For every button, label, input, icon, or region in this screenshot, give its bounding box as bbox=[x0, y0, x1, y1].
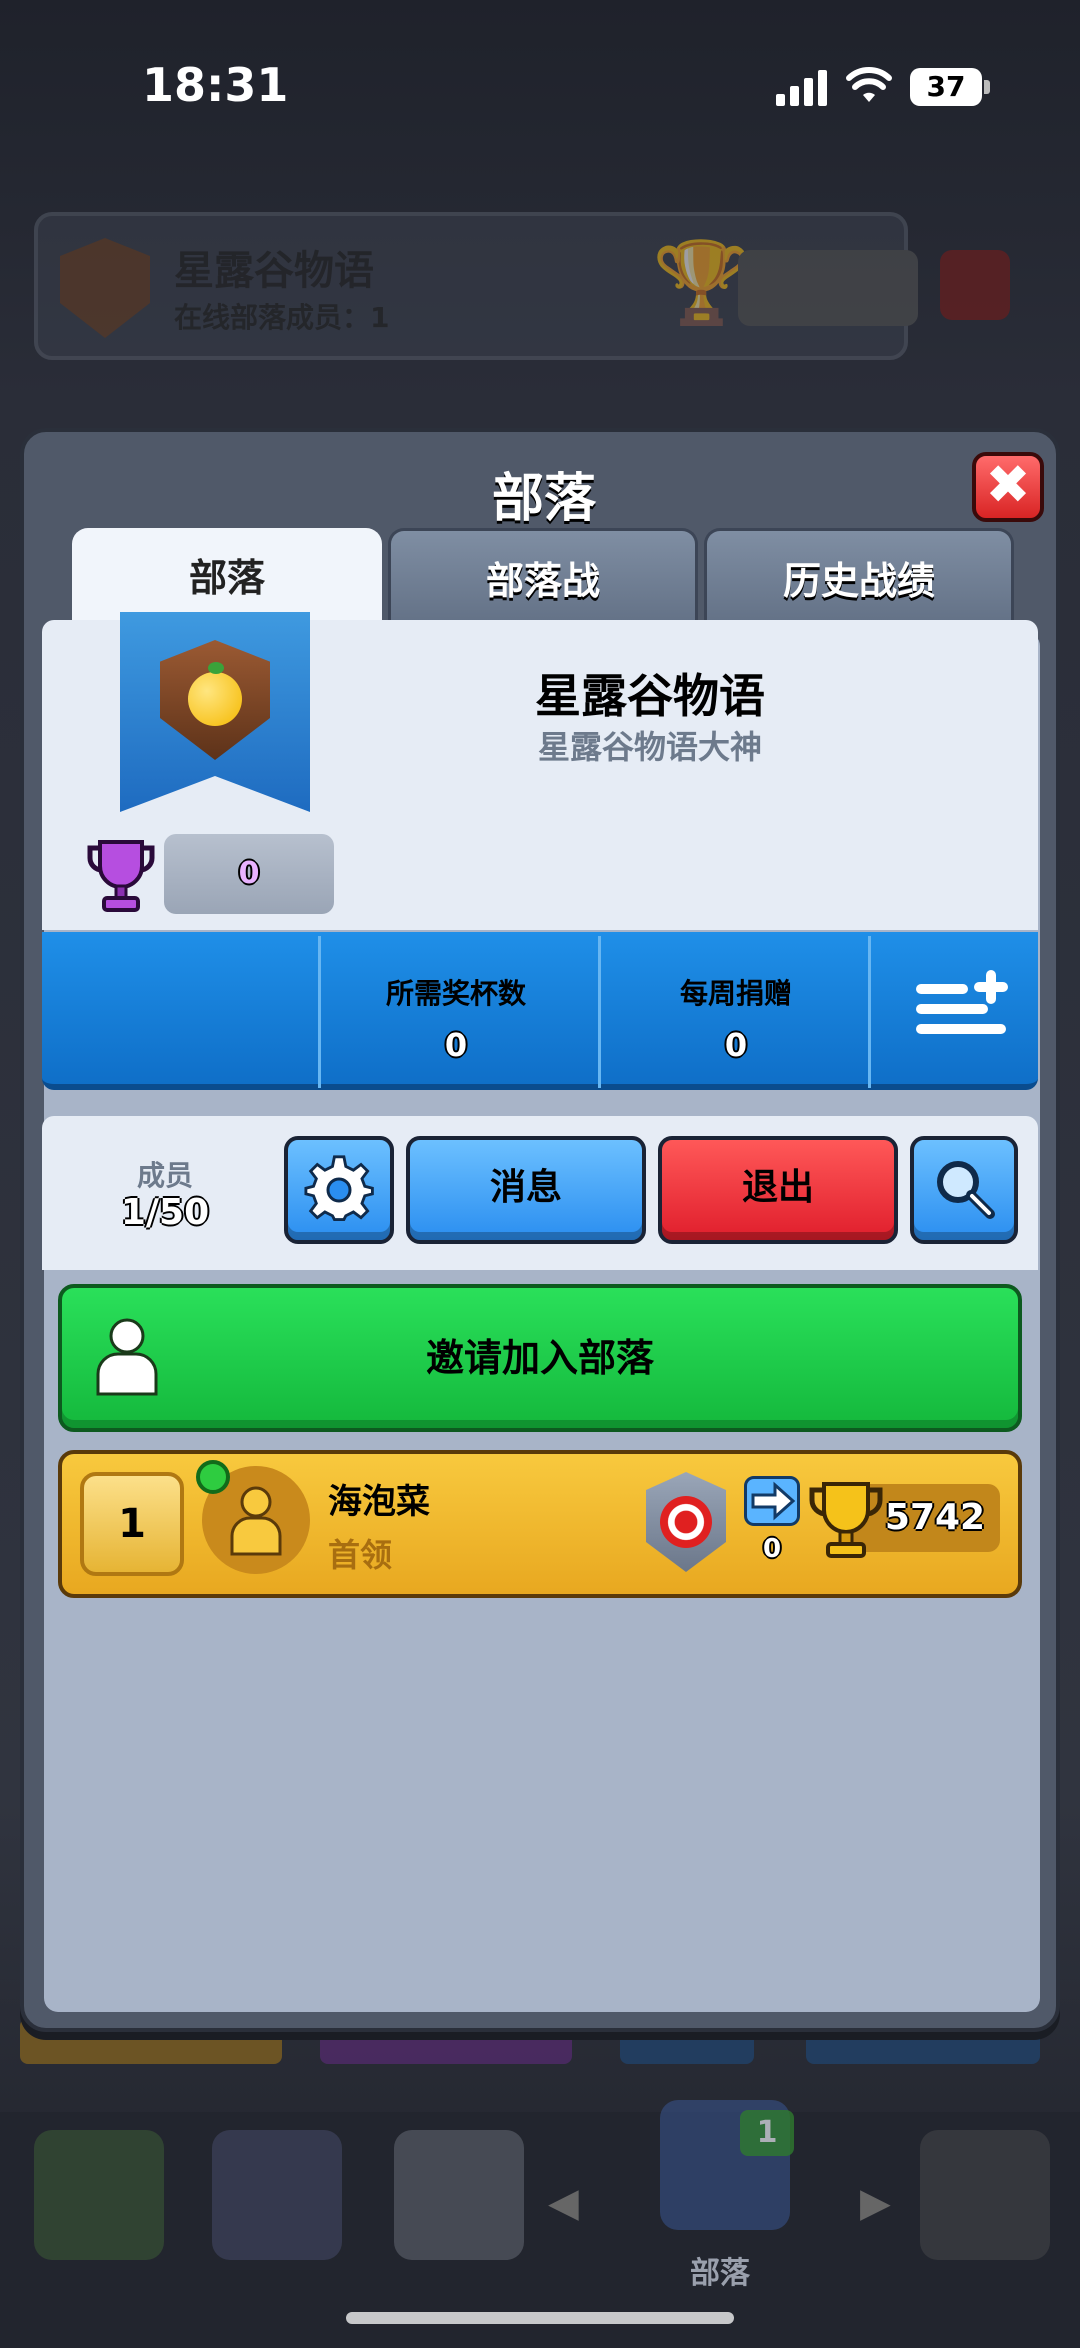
member-role: 首领 bbox=[328, 1536, 393, 1574]
member-donations: 0 bbox=[762, 1534, 782, 1564]
wifi-icon bbox=[846, 67, 892, 102]
target-icon bbox=[660, 1496, 712, 1548]
stat-divider bbox=[598, 936, 601, 1088]
nav-clan-badge: 1 bbox=[740, 2110, 794, 2156]
stat-divider bbox=[318, 936, 321, 1088]
members-label: 成员 bbox=[136, 1159, 193, 1192]
clan-description: 星露谷物语大神 bbox=[537, 728, 762, 766]
stat-weekly-donations-value: 0 bbox=[724, 1026, 748, 1064]
member-trophies: 5742 bbox=[884, 1497, 986, 1538]
settings-button[interactable] bbox=[284, 1136, 394, 1244]
invite-button-label[interactable]: 邀请加入部落 bbox=[58, 1284, 1022, 1432]
online-status-icon bbox=[196, 1460, 230, 1494]
nav-cards-icon[interactable] bbox=[212, 2130, 342, 2260]
nav-battle-icon[interactable] bbox=[394, 2130, 524, 2260]
stat-required-trophies-label: 所需奖杯数 bbox=[385, 977, 526, 1010]
nav-shop-icon[interactable] bbox=[34, 2130, 164, 2260]
donation-arrow-icon bbox=[744, 1476, 800, 1526]
background-clan-header: 星露谷物语 在线部落成员：1 🏆 bbox=[34, 212, 918, 360]
background-online-members: 在线部落成员：1 bbox=[174, 301, 390, 334]
orange-icon bbox=[188, 672, 242, 726]
background-clan-name: 星露谷物语 bbox=[174, 248, 374, 294]
leave-button[interactable]: 退出 bbox=[658, 1136, 898, 1244]
nav-right-arrow-icon: ▶ bbox=[860, 2180, 891, 2226]
members-count: 1/50 bbox=[120, 1192, 210, 1233]
stat-required-trophies-value: 0 bbox=[444, 1026, 468, 1064]
battery-icon: 37 bbox=[910, 68, 982, 106]
person-icon bbox=[230, 1486, 282, 1556]
dialog-title: 部落 bbox=[491, 469, 596, 529]
signal-icon bbox=[776, 70, 828, 106]
clan-badge-icon bbox=[60, 238, 150, 338]
clan-trophies: 0 bbox=[164, 834, 334, 914]
background-trophy-box bbox=[738, 250, 918, 326]
status-time: 18:31 bbox=[142, 58, 289, 112]
nav-left-arrow-icon: ◀ bbox=[548, 2180, 579, 2226]
trophy-icon: 🏆 bbox=[652, 236, 752, 329]
close-icon: ✖ bbox=[985, 453, 1031, 516]
search-icon bbox=[937, 1161, 995, 1219]
nav-events-icon[interactable] bbox=[920, 2130, 1050, 2260]
nav-clan-label: 部落 bbox=[690, 2256, 750, 2291]
trophy-icon bbox=[87, 840, 155, 912]
search-button[interactable] bbox=[910, 1136, 1018, 1244]
leaf-icon bbox=[208, 662, 224, 674]
stat-weekly-donations-label: 每周捐赠 bbox=[679, 977, 792, 1010]
home-indicator bbox=[346, 2312, 734, 2324]
member-rank: 1 bbox=[80, 1472, 184, 1576]
battery-tip bbox=[984, 80, 990, 94]
message-button[interactable]: 消息 bbox=[406, 1136, 646, 1244]
background-close-icon bbox=[940, 250, 1010, 320]
stat-divider bbox=[868, 936, 871, 1088]
gear-icon bbox=[304, 1155, 374, 1221]
menu-plus-icon[interactable] bbox=[912, 968, 1008, 1048]
member-name: 海泡菜 bbox=[328, 1482, 430, 1522]
close-button[interactable]: ✖ bbox=[972, 452, 1044, 522]
clan-name: 星露谷物语 bbox=[535, 669, 765, 723]
status-bar: 18:31 37 bbox=[0, 0, 1080, 160]
